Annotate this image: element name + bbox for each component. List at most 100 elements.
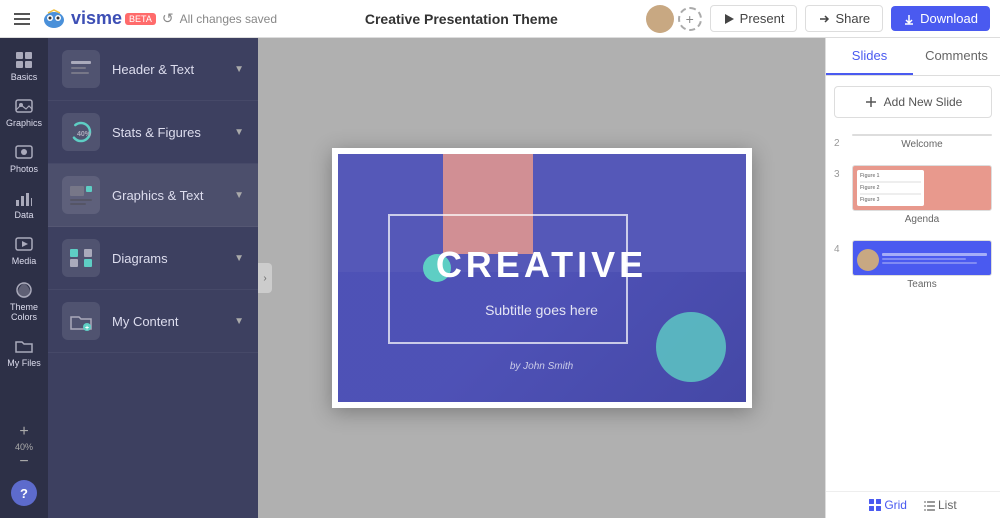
list-view-button[interactable]: List bbox=[923, 498, 957, 512]
slide-number: 4 bbox=[834, 240, 846, 255]
my-content-label: My Content bbox=[112, 314, 222, 329]
sidebar-item-graphics[interactable]: Graphics bbox=[3, 90, 45, 134]
saved-status: All changes saved bbox=[180, 12, 277, 26]
photos-icon bbox=[14, 142, 34, 162]
slide-thumbnail-teams[interactable] bbox=[852, 240, 992, 276]
avatar-container: + bbox=[646, 5, 702, 33]
share-icon bbox=[818, 13, 830, 25]
share-button[interactable]: Share bbox=[805, 5, 883, 32]
refresh-icon[interactable]: ↺ bbox=[162, 10, 174, 27]
right-tabs: Slides Comments bbox=[826, 38, 1000, 76]
beta-badge: BETA bbox=[125, 13, 156, 25]
help-button[interactable]: ? bbox=[11, 480, 37, 506]
slide-author: by John Smith bbox=[338, 361, 746, 372]
header-text-icon bbox=[62, 50, 100, 88]
panel-item-graphics-text[interactable]: Graphics & Text ▼ bbox=[48, 164, 258, 227]
collapse-panel-button[interactable]: › bbox=[258, 263, 272, 293]
zoom-level: 40% bbox=[15, 442, 33, 452]
svg-text:+: + bbox=[85, 325, 89, 332]
list-item[interactable]: 4 Teams bbox=[826, 234, 1000, 299]
slide-label-agenda: Agenda bbox=[852, 211, 992, 228]
download-button[interactable]: Download bbox=[891, 6, 990, 31]
panel-item-my-content[interactable]: + My Content ▼ bbox=[48, 290, 258, 353]
tab-slides[interactable]: Slides bbox=[826, 38, 913, 75]
logo-owl-icon bbox=[40, 8, 68, 30]
zoom-out-button[interactable]: − bbox=[19, 454, 28, 470]
theme-colors-icon bbox=[14, 280, 34, 300]
media-icon bbox=[14, 234, 34, 254]
canvas-area[interactable]: › CREATIVE Subtitle goes here by John Sm… bbox=[258, 38, 825, 518]
main-area: Basics Graphics Photos Data bbox=[0, 38, 1000, 518]
graphics-text-chevron: ▼ bbox=[234, 190, 244, 201]
sidebar-item-theme-colors[interactable]: Theme Colors bbox=[3, 274, 45, 328]
diagrams-chevron: ▼ bbox=[234, 253, 244, 264]
menu-icon[interactable] bbox=[10, 9, 34, 29]
sidebar-item-basics[interactable]: Basics bbox=[3, 44, 45, 88]
tab-comments[interactable]: Comments bbox=[913, 38, 1000, 75]
diagrams-label: Diagrams bbox=[112, 251, 222, 266]
page-title: Creative Presentation Theme bbox=[285, 11, 638, 27]
list-icon bbox=[923, 499, 935, 511]
sidebar-item-media[interactable]: Media bbox=[3, 228, 45, 272]
slide-thumbnail-agenda[interactable]: Figure 1 Figure 2 Figure 3 bbox=[852, 165, 992, 211]
add-user-button[interactable]: + bbox=[678, 7, 702, 31]
graphics-text-icon bbox=[62, 176, 100, 214]
slide-number: 2 bbox=[834, 134, 846, 149]
data-label: Data bbox=[14, 210, 33, 220]
header: visme BETA ↺ All changes saved Creative … bbox=[0, 0, 1000, 38]
slide-thumbnail-welcome[interactable]: WELCOME bbox=[852, 134, 992, 136]
media-label: Media bbox=[12, 256, 37, 266]
logo-text: visme bbox=[71, 8, 122, 29]
zoom-in-button[interactable]: + bbox=[19, 424, 28, 440]
stats-figures-label: Stats & Figures bbox=[112, 125, 222, 140]
photos-label: Photos bbox=[10, 164, 38, 174]
slide-label-welcome: Welcome bbox=[852, 136, 992, 153]
header-text-label: Header & Text bbox=[112, 62, 222, 77]
panel-item-diagrams[interactable]: Diagrams ▼ bbox=[48, 227, 258, 290]
panel-item-header-text[interactable]: Header & Text ▼ bbox=[48, 38, 258, 101]
plus-icon bbox=[864, 95, 878, 109]
my-content-icon: + bbox=[62, 302, 100, 340]
header-text-chevron: ▼ bbox=[234, 64, 244, 75]
left-sidebar: Basics Graphics Photos Data bbox=[0, 38, 48, 518]
header-actions: + Present Share Download bbox=[646, 5, 990, 33]
slide-number: 3 bbox=[834, 165, 846, 180]
panel-item-stats-figures[interactable]: 40% Stats & Figures ▼ bbox=[48, 101, 258, 164]
download-icon bbox=[903, 13, 915, 25]
slide-title: CREATIVE bbox=[338, 244, 746, 286]
right-panel: Slides Comments Add New Slide 2 WELCOME bbox=[825, 38, 1000, 518]
stats-figures-chevron: ▼ bbox=[234, 127, 244, 138]
grid-icon bbox=[869, 499, 881, 511]
graphics-icon bbox=[14, 96, 34, 116]
sidebar-item-my-files[interactable]: My Files bbox=[3, 330, 45, 374]
sidebar-item-data[interactable]: Data bbox=[3, 182, 45, 226]
logo: visme BETA bbox=[40, 8, 156, 30]
my-content-chevron: ▼ bbox=[234, 316, 244, 327]
slide-label-teams: Teams bbox=[852, 276, 992, 293]
zoom-control: + 40% − bbox=[15, 424, 33, 470]
my-files-label: My Files bbox=[7, 358, 41, 368]
header-left: visme BETA ↺ All changes saved bbox=[10, 8, 277, 30]
slide-canvas[interactable]: CREATIVE Subtitle goes here by John Smit… bbox=[332, 148, 752, 408]
slide-subtitle: Subtitle goes here bbox=[338, 302, 746, 318]
data-icon bbox=[14, 188, 34, 208]
graphics-text-label: Graphics & Text bbox=[112, 188, 222, 203]
sidebar-item-photos[interactable]: Photos bbox=[3, 136, 45, 180]
present-button[interactable]: Present bbox=[710, 5, 798, 32]
graphics-label: Graphics bbox=[6, 118, 42, 128]
add-new-slide-button[interactable]: Add New Slide bbox=[834, 86, 992, 118]
my-files-icon bbox=[14, 336, 34, 356]
theme-colors-label: Theme Colors bbox=[7, 302, 41, 322]
svg-text:40%: 40% bbox=[77, 131, 92, 138]
basics-icon bbox=[14, 50, 34, 70]
view-controls: Grid List bbox=[826, 491, 1000, 518]
grid-view-button[interactable]: Grid bbox=[869, 498, 907, 512]
panel-sidebar: Header & Text ▼ 40% Stats & Figures ▼ bbox=[48, 38, 258, 518]
list-item[interactable]: 2 WELCOME Welcome bbox=[826, 128, 1000, 159]
slides-list: 2 WELCOME Welcome 3 bbox=[826, 128, 1000, 491]
basics-label: Basics bbox=[11, 72, 38, 82]
list-item[interactable]: 3 Figure 1 Figure 2 Figure 3 Agenda bbox=[826, 159, 1000, 234]
stats-figures-icon: 40% bbox=[62, 113, 100, 151]
diagrams-icon bbox=[62, 239, 100, 277]
avatar bbox=[646, 5, 674, 33]
